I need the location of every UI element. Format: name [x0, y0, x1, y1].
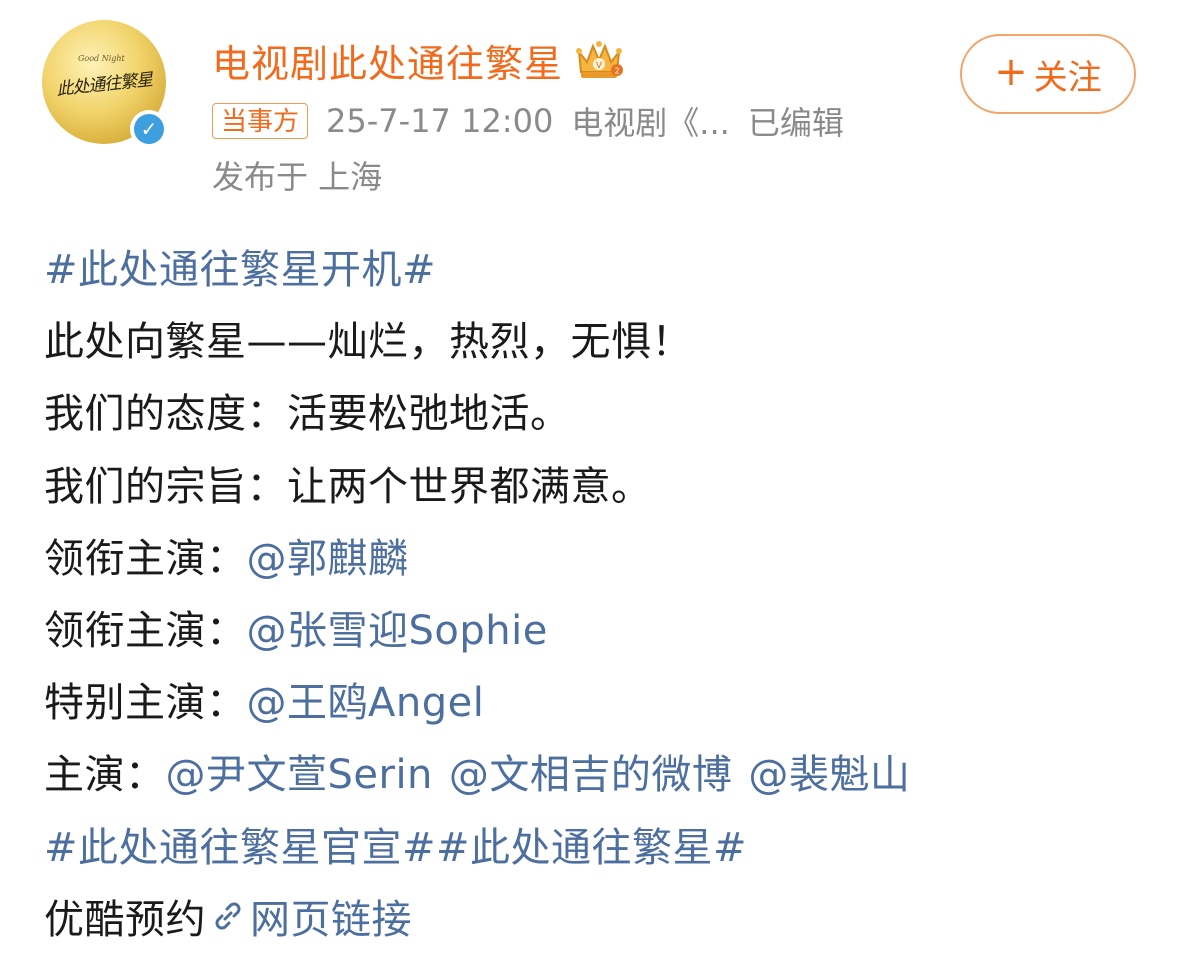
timestamp: 25-7-17 12:00 [326, 102, 554, 140]
plus-icon: + [994, 49, 1028, 95]
weibo-post: Good Night 此处通往繁星 ✓ 电视剧此处通往繁星 V 2 + 关注 当… [0, 0, 1179, 965]
hashtag-kaiji[interactable]: #此处通往繁星开机# [44, 237, 436, 295]
hashtags-bottom[interactable]: #此处通往繁星官宣##此处通往繁星# [44, 815, 747, 873]
verified-icon: ✓ [130, 110, 168, 148]
lead-actress-label: 领衔主演： [44, 608, 247, 655]
mention-zhang-xueying[interactable]: @张雪迎Sophie [247, 598, 548, 656]
avatar-text: 此处通往繁星 [55, 70, 154, 100]
post-body: #此处通往繁星开机# 此处向繁星——灿烂，热烈，无惧！ 我们的态度：活要松弛地活… [44, 230, 1164, 952]
web-link[interactable]: 网页链接 [250, 887, 412, 945]
post-meta: 当事方 25-7-17 12:00 电视剧《... 已编辑 [212, 98, 844, 144]
mention-yin-wenxuan[interactable]: @尹文萱Serin [166, 742, 433, 800]
username[interactable]: 电视剧此处通往繁星 [212, 33, 563, 88]
mention-wen-xiangji[interactable]: @文相吉的微博 [449, 742, 733, 800]
mention-guo-qilin[interactable]: @郭麒麟 [247, 526, 409, 584]
lead-actor-label: 领衔主演： [44, 535, 247, 582]
post-line-3: 我们的宗旨：让两个世界都满意。 [44, 463, 652, 510]
follow-button[interactable]: + 关注 [960, 34, 1136, 114]
svg-text:2: 2 [614, 67, 619, 76]
mention-pei-kuishan[interactable]: @裴魁山 [748, 742, 910, 800]
svg-text:V: V [596, 61, 603, 71]
crown-icon: V 2 [576, 41, 624, 78]
link-icon [215, 902, 241, 930]
post-source[interactable]: 电视剧《... [571, 98, 730, 144]
cast-label: 主演： [44, 752, 166, 799]
post-line-2: 我们的态度：活要松弛地活。 [44, 391, 571, 438]
post-line-1: 此处向繁星——灿烂，热烈，无惧！ [44, 319, 692, 366]
avatar-subtext: Good Night [78, 54, 125, 63]
follow-label: 关注 [1033, 57, 1102, 98]
post-location: 发布于 上海 [212, 158, 383, 196]
special-actor-label: 特别主演： [44, 680, 247, 727]
edited-label[interactable]: 已编辑 [748, 98, 844, 144]
mention-wang-ou[interactable]: @王鸥Angel [247, 670, 485, 728]
party-badge: 当事方 [212, 103, 309, 139]
reserve-label: 优酷预约 [44, 896, 206, 943]
username-row: 电视剧此处通往繁星 V 2 [212, 32, 625, 88]
